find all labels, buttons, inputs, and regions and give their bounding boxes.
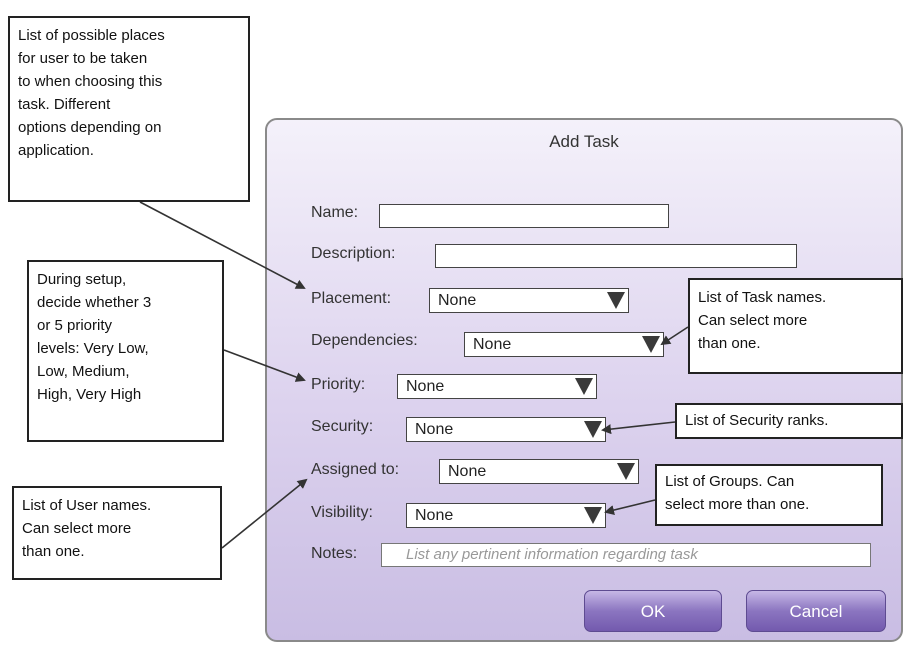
note-line: options depending on <box>18 119 162 136</box>
note-line: application. <box>18 142 94 159</box>
priority-note: During setup, decide whether 3 or 5 prio… <box>27 260 224 442</box>
users-note: List of User names. Can select more than… <box>12 486 222 580</box>
note-line: levels: Very Low, <box>37 340 149 357</box>
note-line: to when choosing this <box>18 73 163 90</box>
arrow-assigned <box>221 478 308 549</box>
note-line: High, Very High <box>37 386 142 403</box>
note-line: List of possible places <box>18 27 165 44</box>
note-line: Can select more <box>698 312 808 329</box>
note-line: task. Different <box>18 96 111 113</box>
note-line: Low, Medium, <box>37 363 130 380</box>
placement-note: List of possible places for user to be t… <box>8 16 250 202</box>
note-line: List of Task names. <box>698 289 827 306</box>
arrow-security <box>601 421 676 435</box>
arrow-priority <box>223 349 306 382</box>
note-line: select more than one. <box>665 496 810 513</box>
note-line: than one. <box>22 543 85 560</box>
note-line: decide whether 3 <box>37 294 152 311</box>
note-line: Can select more <box>22 520 132 537</box>
security-note: List of Security ranks. <box>675 403 903 439</box>
groups-note: List of Groups. Can select more than one… <box>655 464 883 526</box>
note-line: List of Security ranks. <box>685 412 829 429</box>
task-names-note: List of Task names. Can select more than… <box>688 278 903 374</box>
note-line: for user to be taken <box>18 50 148 67</box>
arrow-tasks <box>660 326 689 346</box>
note-line: List of Groups. Can <box>665 473 795 490</box>
arrow-groups <box>604 499 656 515</box>
note-line: List of User names. <box>22 497 152 514</box>
note-line: than one. <box>698 335 761 352</box>
note-line: or 5 priority <box>37 317 113 334</box>
note-line: During setup, <box>37 271 127 288</box>
